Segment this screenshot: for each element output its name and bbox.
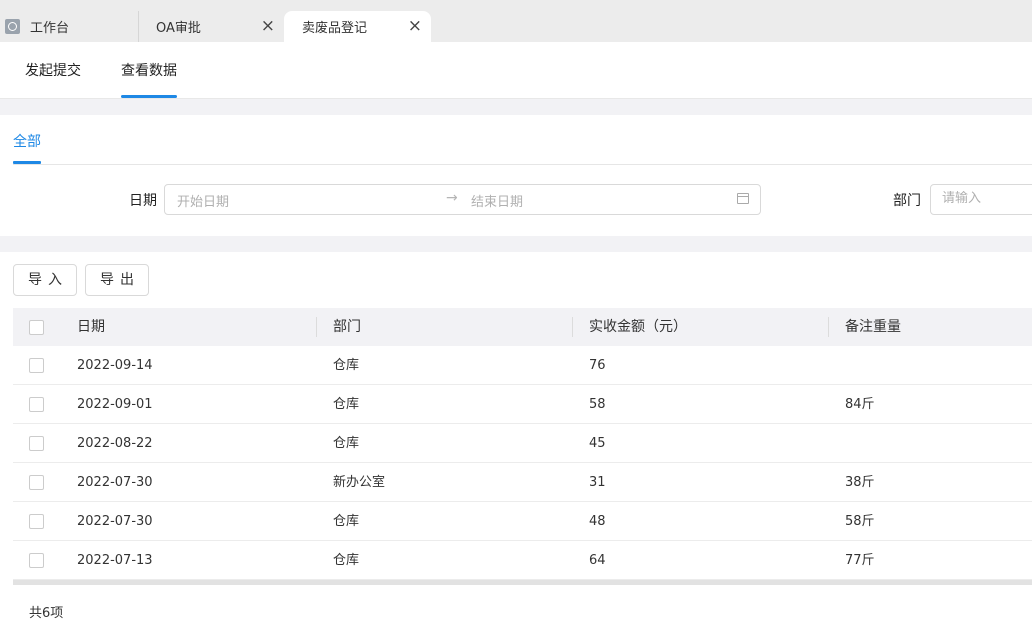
- cell-dept: 仓库: [333, 397, 360, 412]
- cell-amount: 58: [589, 397, 606, 412]
- table-row[interactable]: 2022-07-13 仓库 64 77斤: [13, 541, 1032, 580]
- row-checkbox[interactable]: [29, 475, 44, 490]
- cell-date: 2022-09-01: [77, 397, 153, 412]
- window-tab-bar: 工作台 OA审批 × 卖废品登记 ×: [0, 0, 1032, 42]
- end-date-input[interactable]: 结束日期: [471, 191, 523, 210]
- cell-date: 2022-09-14: [77, 358, 153, 373]
- dept-input[interactable]: [942, 191, 1032, 206]
- cell-amount: 64: [589, 553, 606, 568]
- column-header-dept[interactable]: 部门: [333, 308, 361, 346]
- column-header-amount[interactable]: 实收金额（元）: [589, 308, 687, 346]
- cell-weight: 77斤: [845, 553, 875, 568]
- tab-workbench[interactable]: 工作台: [0, 11, 138, 42]
- cell-weight: 58斤: [845, 514, 875, 529]
- column-header-date[interactable]: 日期: [77, 308, 105, 346]
- column-divider: [828, 317, 829, 337]
- cell-weight: 38斤: [845, 475, 875, 490]
- row-checkbox[interactable]: [29, 514, 44, 529]
- cell-amount: 31: [589, 475, 606, 490]
- table-scrollbar[interactable]: [13, 580, 1032, 585]
- cell-dept: 新办公室: [333, 475, 386, 490]
- active-tab-underline: [121, 95, 177, 98]
- column-divider: [572, 317, 573, 337]
- divider: [13, 164, 1032, 165]
- tab-scrap-registration[interactable]: 卖废品登记 ×: [284, 11, 431, 42]
- select-all-checkbox[interactable]: [29, 320, 44, 335]
- subtab-view-data[interactable]: 查看数据: [121, 42, 177, 98]
- tab-label: OA审批: [156, 21, 201, 36]
- subtab-label: 查看数据: [121, 63, 177, 79]
- cell-date: 2022-08-22: [77, 436, 153, 451]
- table-row[interactable]: 2022-07-30 新办公室 31 38斤: [13, 463, 1032, 502]
- scope-tab-all[interactable]: 全部: [13, 131, 41, 151]
- subtab-label: 发起提交: [25, 63, 81, 79]
- cell-amount: 76: [589, 358, 606, 373]
- arrow-right-icon: →: [446, 190, 458, 206]
- calendar-icon[interactable]: [737, 193, 749, 204]
- sub-navigation: 发起提交 查看数据: [0, 42, 1032, 99]
- total-count: 共6项: [29, 606, 64, 621]
- cell-weight: 84斤: [845, 397, 875, 412]
- table-row[interactable]: 2022-09-14 仓库 76: [13, 346, 1032, 385]
- date-range-picker[interactable]: 开始日期 → 结束日期: [164, 184, 761, 215]
- cell-dept: 仓库: [333, 436, 360, 451]
- table-row[interactable]: 2022-09-01 仓库 58 84斤: [13, 385, 1032, 424]
- cell-amount: 48: [589, 514, 606, 529]
- cell-date: 2022-07-30: [77, 475, 153, 490]
- row-checkbox[interactable]: [29, 358, 44, 373]
- row-checkbox[interactable]: [29, 436, 44, 451]
- row-checkbox[interactable]: [29, 397, 44, 412]
- start-date-input[interactable]: 开始日期: [177, 191, 229, 210]
- tab-label: 卖废品登记: [302, 21, 368, 36]
- tab-label: 工作台: [30, 21, 70, 36]
- table-header: 日期 部门 实收金额（元） 备注重量: [13, 308, 1032, 346]
- section-divider: [0, 236, 1032, 252]
- cell-amount: 45: [589, 436, 606, 451]
- cell-dept: 仓库: [333, 553, 360, 568]
- dept-filter-label: 部门: [893, 193, 921, 209]
- table-row[interactable]: 2022-08-22 仓库 45: [13, 424, 1032, 463]
- column-divider: [316, 317, 317, 337]
- date-filter-label: 日期: [129, 193, 157, 209]
- cell-date: 2022-07-30: [77, 514, 153, 529]
- row-checkbox[interactable]: [29, 553, 44, 568]
- section-divider: [0, 99, 1032, 115]
- dept-filter-box[interactable]: [930, 184, 1032, 215]
- cell-date: 2022-07-13: [77, 553, 153, 568]
- table-row[interactable]: 2022-07-30 仓库 48 58斤: [13, 502, 1032, 541]
- close-icon[interactable]: ×: [408, 15, 422, 37]
- tab-oa-approval[interactable]: OA审批 ×: [138, 11, 284, 42]
- data-table: 日期 部门 实收金额（元） 备注重量 2022-09-14 仓库 76 2022-09…: [13, 308, 1032, 585]
- table-body: 2022-09-14 仓库 76 2022-09-01 仓库 58 84斤 2022-08-2…: [13, 346, 1032, 580]
- subtab-submit[interactable]: 发起提交: [25, 42, 81, 98]
- close-icon[interactable]: ×: [261, 15, 275, 37]
- app-icon: [5, 19, 20, 34]
- cell-dept: 仓库: [333, 514, 360, 529]
- cell-dept: 仓库: [333, 358, 360, 373]
- import-button[interactable]: 导入: [13, 264, 77, 296]
- column-header-weight[interactable]: 备注重量: [845, 308, 901, 346]
- export-button[interactable]: 导出: [85, 264, 149, 296]
